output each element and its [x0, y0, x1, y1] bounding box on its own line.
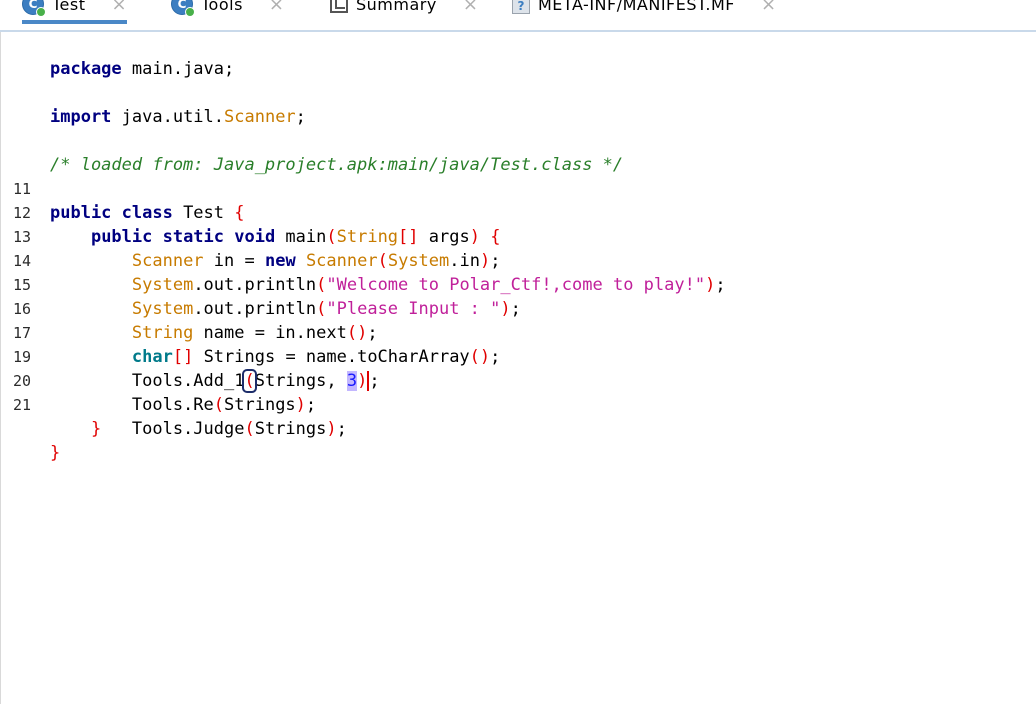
- code-line: package main.java;: [50, 59, 235, 79]
- code-line: }: [90, 419, 102, 439]
- editor-tab-bar: C Test × C Tools × Summary × ? META-INF/…: [0, 0, 1036, 32]
- tab-test[interactable]: C Test ×: [22, 0, 127, 24]
- code-line: 16 String name = in.next();: [1, 273, 1001, 343]
- tab-label: META-INF/MANIFEST.MF: [538, 0, 735, 14]
- tab-label: Tools: [201, 0, 243, 14]
- tab-summary[interactable]: Summary ×: [330, 0, 478, 20]
- code-line: 17 char[] Strings = name.toCharArray();: [1, 297, 1001, 367]
- close-icon[interactable]: ×: [761, 0, 776, 15]
- code-line: /* loaded from: Java_project.apk:main/ja…: [50, 155, 624, 175]
- class-icon: C: [22, 0, 46, 17]
- code-line: 19 Tools.Add_1(Strings, 3);: [1, 321, 1001, 393]
- close-icon[interactable]: ×: [463, 0, 478, 15]
- code-line: 21 Tools.Judge(Strings);: [1, 369, 1001, 439]
- tab-label: Test: [52, 0, 86, 14]
- code-line: 13 Scanner in = new Scanner(System.in);: [1, 201, 1001, 271]
- code-line: import java.util.Scanner;: [50, 107, 306, 127]
- code-line: 14 System.out.println("Welcome to Polar_…: [1, 225, 1001, 295]
- summary-icon: [330, 0, 348, 13]
- file-icon: ?: [512, 0, 530, 14]
- code-line: 15 System.out.println("Please Input : ")…: [1, 249, 1001, 319]
- tab-label: Summary: [356, 0, 437, 14]
- tab-tools[interactable]: C Tools ×: [171, 0, 284, 20]
- code-line: }: [50, 443, 61, 463]
- code-line: 20 Tools.Re(Strings);: [1, 345, 1001, 415]
- code-line: 11 public class Test {: [1, 153, 1001, 223]
- code-line: 12 public static void main(String[] args…: [1, 177, 1001, 247]
- class-icon: C: [171, 0, 195, 17]
- tab-manifest[interactable]: ? META-INF/MANIFEST.MF ×: [512, 0, 776, 20]
- code-editor[interactable]: package main.java; import java.util.Scan…: [0, 32, 1036, 704]
- close-icon[interactable]: ×: [269, 0, 284, 15]
- close-icon[interactable]: ×: [112, 0, 127, 15]
